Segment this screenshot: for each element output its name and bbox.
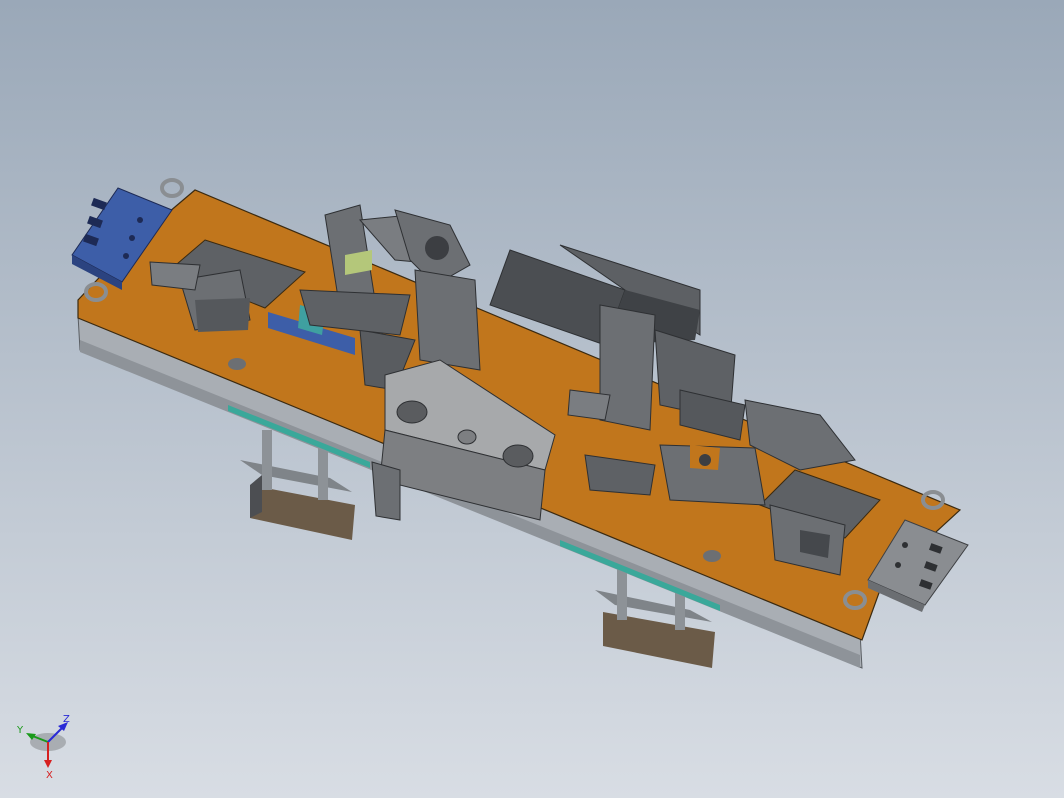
plate-boss [703,550,721,562]
cylinder-left [371,461,401,521]
graphics-viewport[interactable]: Y Z X [0,0,1064,798]
x-axis-label: X [46,770,53,781]
z-axis-label: Z [63,714,70,725]
y-axis-label: Y [16,725,24,736]
cad-canvas[interactable]: Y Z X [0,0,1064,798]
plate-boss [228,358,246,370]
